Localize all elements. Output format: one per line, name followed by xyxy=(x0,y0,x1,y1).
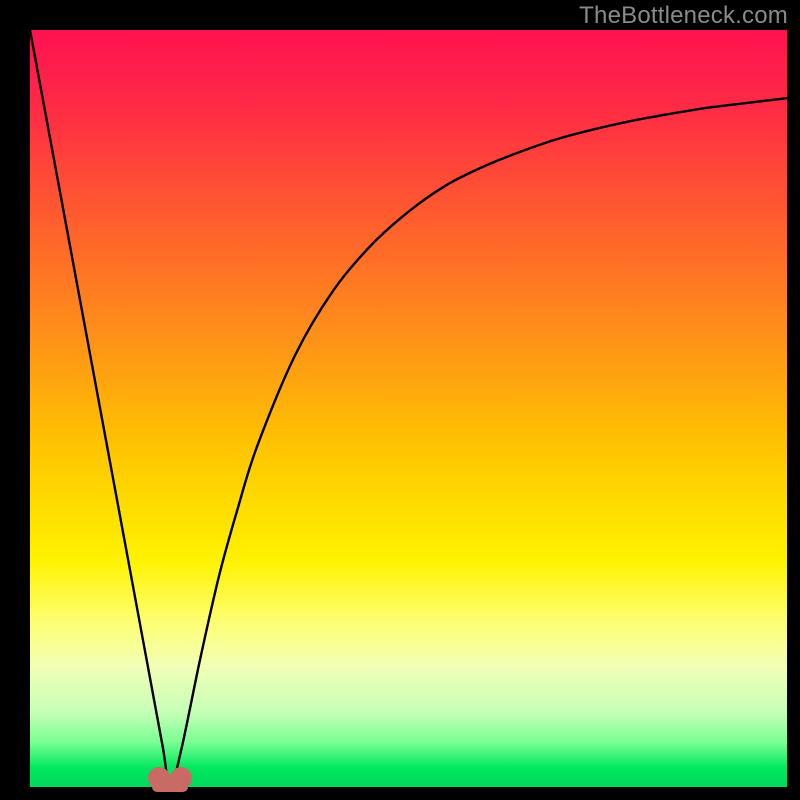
chart-plot-area xyxy=(30,30,787,787)
watermark-text: TheBottleneck.com xyxy=(579,2,788,30)
bottleneck-curve xyxy=(30,30,787,787)
